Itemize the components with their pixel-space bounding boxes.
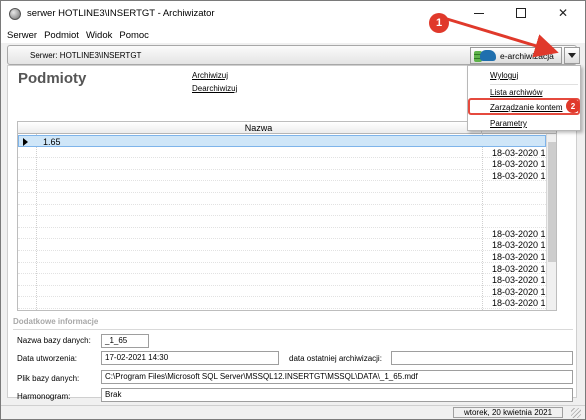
menu-pomoc[interactable]: Pomoc <box>117 30 154 41</box>
menu-podmiot[interactable]: Podmiot <box>42 30 84 41</box>
status-date: wtorek, 20 kwietnia 2021 <box>453 407 563 418</box>
db-name-field[interactable]: _1_65 <box>101 334 149 348</box>
created-field[interactable]: 17-02-2021 14:30 <box>101 351 279 365</box>
page-title: Podmioty <box>18 70 87 87</box>
details-divider <box>13 329 573 330</box>
details-section-title: Dodatkowe informacje <box>13 317 99 326</box>
table-row[interactable]: 18-03-2020 1 <box>18 239 546 251</box>
entities-grid[interactable]: Nazwa 1.65 18-03-2020 1 18-03-2020 1 18-03-… <box>17 121 557 311</box>
cloud-database-icon <box>474 49 496 62</box>
table-row[interactable]: 18-03-2020 1 <box>18 286 546 298</box>
db-file-label: Plik bazy danych: <box>17 374 80 383</box>
window-title: serwer HOTLINE3\INSERTGT - Archiwizator <box>27 8 215 19</box>
chevron-down-icon <box>568 53 576 58</box>
e-archiwizacja-label: e-archiwizacja <box>500 50 554 61</box>
scrollbar-thumb[interactable] <box>548 142 556 262</box>
app-icon <box>9 8 21 20</box>
table-row[interactable]: 18-03-2020 1 <box>18 170 546 182</box>
close-icon: ✕ <box>557 6 569 20</box>
row-indicator-icon <box>23 138 28 146</box>
table-row[interactable] <box>18 181 546 193</box>
table-row[interactable]: 18-03-2020 1 <box>18 158 546 170</box>
table-row[interactable] <box>18 193 546 205</box>
close-button[interactable]: ✕ <box>543 1 583 25</box>
cell-date: 18-03-2020 1 <box>492 240 546 251</box>
resize-grip-icon[interactable] <box>571 408 581 418</box>
cell-date: 18-03-2020 1 <box>492 170 546 181</box>
column-header-name[interactable]: Nazwa <box>36 122 482 134</box>
db-name-label: Nazwa bazy danych: <box>17 336 91 345</box>
cell-date: 18-03-2020 1 <box>492 252 546 262</box>
maximize-button[interactable] <box>501 1 541 25</box>
server-bar: Serwer: HOTLINE3\INSERTGT e-archiwizacja <box>7 45 580 65</box>
maximize-icon <box>516 8 526 18</box>
grid-scrollbar[interactable] <box>546 134 556 310</box>
server-label: Serwer: HOTLINE3\INSERTGT <box>30 51 142 60</box>
last-archive-label: data ostatniej archiwizacji: <box>289 354 382 363</box>
schedule-label: Harmonogram: <box>17 392 71 401</box>
cell-date: 18-03-2020 1 <box>492 275 546 286</box>
cell-name: 1.65 <box>43 137 61 147</box>
created-label: Data utworzenia: <box>17 354 78 363</box>
highlight-account-management <box>468 98 580 115</box>
cell-date: 18-03-2020 1 <box>492 159 546 170</box>
table-row[interactable] <box>18 216 546 228</box>
e-archiwizacja-button[interactable]: e-archiwizacja <box>470 47 562 64</box>
menu-widok[interactable]: Widok <box>84 30 117 41</box>
menu-item-archive-list[interactable]: Lista archiwów <box>490 88 542 97</box>
db-file-field[interactable]: C:\Program Files\Microsoft SQL Server\MS… <box>101 370 573 384</box>
schedule-field[interactable]: Brak <box>101 388 573 402</box>
minimize-icon <box>474 12 484 14</box>
menu-bar: Serwer Podmiot Widok Pomoc <box>1 27 585 43</box>
annotation-marker-1: 1 <box>429 13 449 33</box>
table-row[interactable]: 1.65 <box>18 135 546 147</box>
table-row[interactable]: 18-03-2020 1 <box>18 263 546 275</box>
table-row[interactable]: 18-03-2020 1 <box>18 274 546 286</box>
cell-date: 18-03-2020 1 <box>492 263 546 274</box>
annotation-marker-2: 2 <box>566 99 580 113</box>
menu-item-parameters[interactable]: Parametry <box>490 119 527 128</box>
title-bar: serwer HOTLINE3\INSERTGT - Archiwizator … <box>1 1 585 27</box>
cell-date: 18-03-2020 1 <box>492 286 546 297</box>
e-archiwizacja-dropdown-button[interactable] <box>564 47 580 64</box>
dearchive-link[interactable]: Dearchiwizuj <box>192 84 237 93</box>
table-row[interactable]: 18-03-2020 1 <box>18 297 546 309</box>
app-window: serwer HOTLINE3\INSERTGT - Archiwizator … <box>0 0 586 420</box>
table-row[interactable]: 18-03-2020 1 <box>18 251 546 263</box>
menu-serwer[interactable]: Serwer <box>5 30 42 41</box>
table-row[interactable] <box>18 205 546 217</box>
menu-item-logout[interactable]: Wyloguj <box>490 71 518 80</box>
last-archive-field[interactable] <box>391 351 573 365</box>
table-row[interactable]: 18-03-2020 1 <box>18 228 546 240</box>
archive-link[interactable]: Archiwizuj <box>192 71 228 80</box>
menu-separator <box>490 84 578 85</box>
minimize-button[interactable] <box>459 1 499 25</box>
table-row[interactable]: 18-03-2020 1 <box>18 147 546 159</box>
cell-date: 18-03-2020 1 <box>492 228 546 239</box>
status-bar: wtorek, 20 kwietnia 2021 <box>1 405 585 419</box>
cell-date: 18-03-2020 1 <box>492 147 546 158</box>
cell-date: 18-03-2020 1 <box>492 298 546 309</box>
